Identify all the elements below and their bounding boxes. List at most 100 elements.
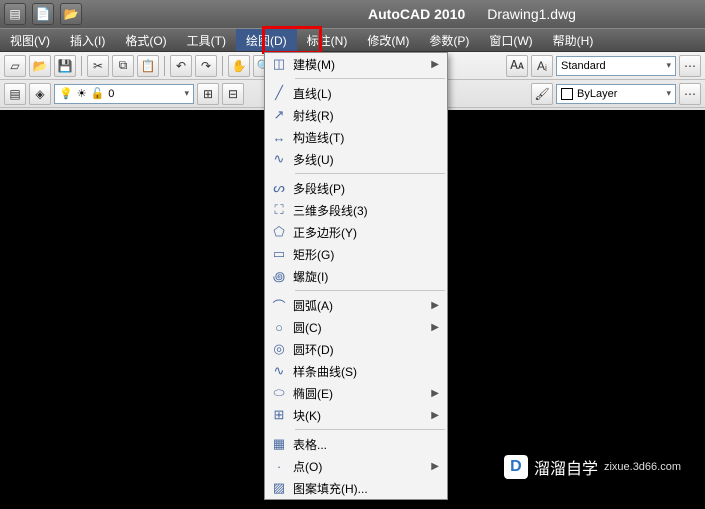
color-swatch: [561, 88, 573, 100]
undo-icon[interactable]: ↶: [170, 55, 192, 77]
submenu-arrow-icon: ▶: [431, 322, 439, 333]
menu-item-icon: ·: [265, 455, 293, 477]
menu-item-label: 建模(M): [293, 56, 431, 73]
open-icon[interactable]: 📂: [29, 55, 51, 77]
menu-item[interactable]: ╱直线(L): [265, 82, 447, 104]
bylayer-combo[interactable]: ByLayer ▾: [556, 84, 676, 104]
submenu-arrow-icon: ▶: [431, 410, 439, 421]
menu-item[interactable]: ↔构造线(T): [265, 126, 447, 148]
menu-item-label: 直线(L): [293, 85, 439, 102]
menu-dimension[interactable]: 标注(N): [297, 29, 358, 51]
submenu-arrow-icon: ▶: [431, 59, 439, 70]
layer-state-icon[interactable]: ◈: [29, 83, 51, 105]
menu-format[interactable]: 格式(O): [115, 29, 176, 51]
menu-item-icon: ꩜: [265, 265, 293, 287]
sun-icon: ☀: [77, 87, 87, 100]
annot-icon[interactable]: Aᵢ: [531, 55, 553, 77]
qat-new-icon[interactable]: 📄: [32, 3, 54, 25]
menu-view[interactable]: 视图(V): [0, 29, 60, 51]
menu-item-label: 样条曲线(S): [293, 363, 439, 380]
menu-item-icon: ∿: [265, 148, 293, 170]
menu-window[interactable]: 窗口(W): [479, 29, 542, 51]
menu-item-label: 构造线(T): [293, 129, 439, 146]
menu-item[interactable]: ⛶三维多段线(3): [265, 199, 447, 221]
menu-item[interactable]: ∿样条曲线(S): [265, 360, 447, 382]
menu-item-icon: ▦: [265, 433, 293, 455]
menu-item[interactable]: ▦表格...: [265, 433, 447, 455]
layer-combo[interactable]: 💡 ☀ 🔓 0 ▾: [54, 84, 194, 104]
submenu-arrow-icon: ▶: [431, 461, 439, 472]
menu-item-icon: ↗: [265, 104, 293, 126]
menu-item-label: 正多边形(Y): [293, 224, 439, 241]
menu-item-icon: ∿: [265, 360, 293, 382]
menu-help[interactable]: 帮助(H): [543, 29, 604, 51]
chevron-down-icon: ▾: [184, 88, 189, 99]
redo-icon[interactable]: ↷: [195, 55, 217, 77]
menu-item-icon: ⛶: [265, 199, 293, 221]
menu-item[interactable]: ꩜螺旋(I): [265, 265, 447, 287]
menu-item[interactable]: ⬭椭圆(E)▶: [265, 382, 447, 404]
menu-item-icon: ⊞: [265, 404, 293, 426]
menu-item[interactable]: ↗射线(R): [265, 104, 447, 126]
toolbar-separator: [222, 56, 223, 76]
watermark-logo: D: [504, 455, 528, 479]
tool-icon[interactable]: ⊟: [222, 83, 244, 105]
pan-icon[interactable]: ✋: [228, 55, 250, 77]
menu-item-icon: ▨: [265, 477, 293, 499]
brush-icon[interactable]: 🖌: [531, 83, 553, 105]
menu-item[interactable]: ◎圆环(D): [265, 338, 447, 360]
layer-manager-icon[interactable]: ▤: [4, 83, 26, 105]
menu-item-label: 射线(R): [293, 107, 439, 124]
style-combo-value: Standard: [561, 60, 606, 72]
app-title: AutoCAD 2010: [368, 6, 465, 22]
qat-open-icon[interactable]: 📂: [60, 3, 82, 25]
copy-icon[interactable]: ⧉: [112, 55, 134, 77]
menu-item-icon: ◎: [265, 338, 293, 360]
menu-item-icon: ⬠: [265, 221, 293, 243]
tool-icon[interactable]: ⊞: [197, 83, 219, 105]
menu-separator: [295, 173, 445, 174]
menu-separator: [295, 78, 445, 79]
menu-modify[interactable]: 修改(M): [357, 29, 419, 51]
submenu-arrow-icon: ▶: [431, 388, 439, 399]
menu-item[interactable]: ▨图案填充(H)...: [265, 477, 447, 499]
menu-item[interactable]: ⌒圆弧(A)▶: [265, 294, 447, 316]
tool-icon[interactable]: ⋯: [679, 55, 701, 77]
menu-item-icon: ◫: [265, 53, 293, 75]
menu-separator: [295, 429, 445, 430]
menu-item-label: 圆环(D): [293, 341, 439, 358]
tool-icon[interactable]: ⋯: [679, 83, 701, 105]
menu-item-label: 圆(C): [293, 319, 431, 336]
menu-item[interactable]: ᔕ多段线(P): [265, 177, 447, 199]
annot-icon[interactable]: 🗛: [506, 55, 528, 77]
bylayer-value: ByLayer: [577, 88, 617, 100]
menu-draw[interactable]: 绘图(D): [236, 29, 297, 51]
menu-item[interactable]: ▭矩形(G): [265, 243, 447, 265]
cut-icon[interactable]: ✂: [87, 55, 109, 77]
paste-icon[interactable]: 📋: [137, 55, 159, 77]
menu-item-label: 图案填充(H)...: [293, 480, 439, 497]
new-icon[interactable]: ▱: [4, 55, 26, 77]
menu-item[interactable]: ·点(O)▶: [265, 455, 447, 477]
menu-item-label: 矩形(G): [293, 246, 439, 263]
menu-item[interactable]: ◫建模(M)▶: [265, 53, 447, 75]
style-combo[interactable]: Standard ▾: [556, 56, 676, 76]
watermark: D 溜溜自学 zixue.3d66.com: [498, 451, 693, 483]
submenu-arrow-icon: ▶: [431, 300, 439, 311]
watermark-sub: zixue.3d66.com: [604, 461, 681, 473]
menu-item-label: 多线(U): [293, 151, 439, 168]
menu-item-label: 块(K): [293, 407, 431, 424]
title-bar: ▤ 📄 📂 AutoCAD 2010 Drawing1.dwg: [0, 0, 705, 28]
menu-item-label: 螺旋(I): [293, 268, 439, 285]
lock-icon: 🔓: [91, 87, 105, 100]
menu-parametric[interactable]: 参数(P): [419, 29, 479, 51]
menu-item[interactable]: ⬠正多边形(Y): [265, 221, 447, 243]
menu-item[interactable]: ○圆(C)▶: [265, 316, 447, 338]
menu-item[interactable]: ⊞块(K)▶: [265, 404, 447, 426]
menu-item-icon: ⌒: [265, 294, 293, 316]
menu-insert[interactable]: 插入(I): [60, 29, 115, 51]
menu-tools[interactable]: 工具(T): [177, 29, 236, 51]
menu-item[interactable]: ∿多线(U): [265, 148, 447, 170]
app-menu-icon[interactable]: ▤: [4, 3, 26, 25]
save-icon[interactable]: 💾: [54, 55, 76, 77]
